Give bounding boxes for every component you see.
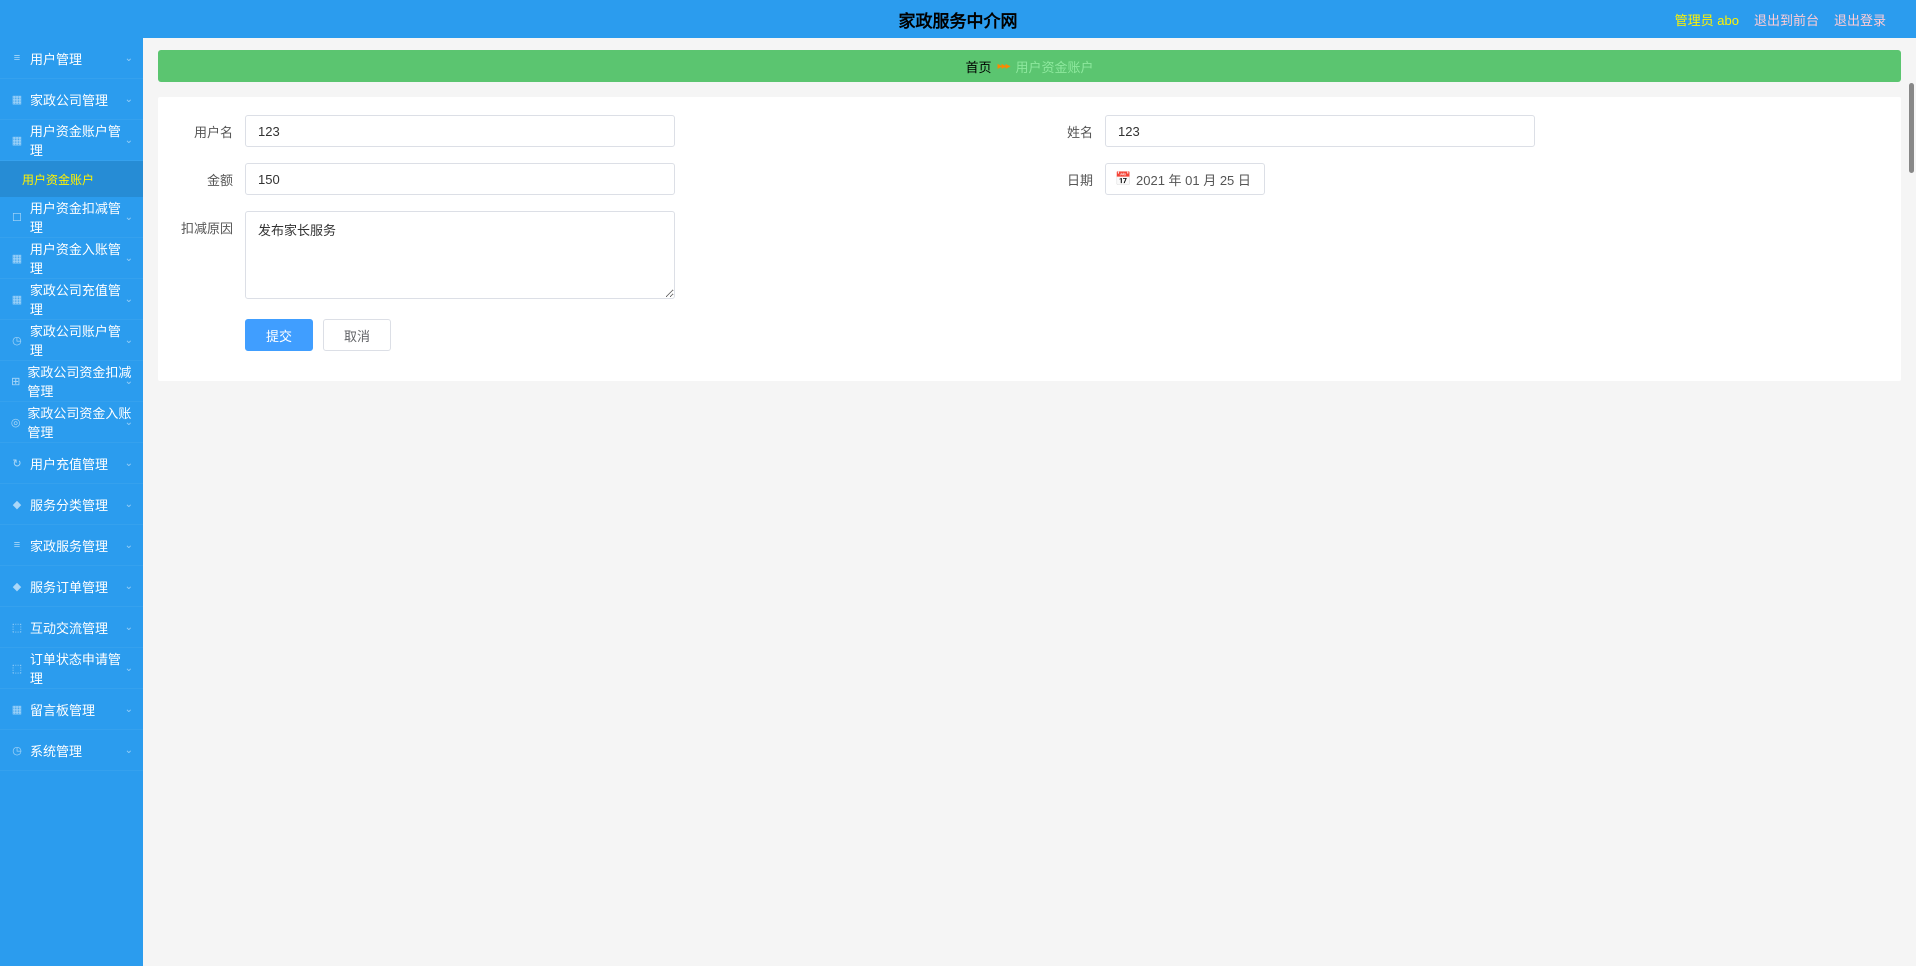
sidebar-item-label: 家政公司资金扣减管理 bbox=[27, 362, 133, 400]
sidebar-subitem[interactable]: 用户资金账户 bbox=[0, 161, 143, 197]
name-label: 姓名 bbox=[1058, 122, 1093, 141]
sidebar-item-label: 服务订单管理 bbox=[30, 577, 108, 596]
form-panel: 用户名 姓名 金额 日期 📅 bbox=[158, 97, 1901, 381]
logout-link[interactable]: 退出登录 bbox=[1834, 10, 1886, 29]
chevron-down-icon: ⌄ bbox=[125, 212, 133, 223]
menu-icon: ⬚ bbox=[10, 620, 24, 634]
exit-to-frontend-link[interactable]: 退出到前台 bbox=[1754, 10, 1819, 29]
chevron-down-icon: ⌄ bbox=[125, 704, 133, 715]
sidebar: ≡用户管理⌄▦家政公司管理⌄▦用户资金账户管理⌄用户资金账户☐用户资金扣减管理⌄… bbox=[0, 38, 143, 966]
amount-input[interactable] bbox=[245, 163, 675, 195]
chevron-down-icon: ⌄ bbox=[125, 417, 133, 428]
sidebar-item-14[interactable]: ⬚ 订单状态申请管理⌄ bbox=[0, 648, 143, 689]
name-input[interactable] bbox=[1105, 115, 1535, 147]
calendar-icon: 📅 bbox=[1115, 171, 1131, 187]
sidebar-item-16[interactable]: ◷ 系统管理 ⌄ bbox=[0, 730, 143, 771]
sidebar-item-label: 家政公司资金入账管理 bbox=[27, 403, 133, 441]
chevron-down-icon: ⌄ bbox=[125, 622, 133, 633]
sidebar-item-5[interactable]: ▦ 家政公司充值管理⌄ bbox=[0, 279, 143, 320]
username-input[interactable] bbox=[245, 115, 675, 147]
sidebar-item-6[interactable]: ◷ 家政公司账户管理⌄ bbox=[0, 320, 143, 361]
sidebar-item-4[interactable]: ▦ 用户资金入账管理⌄ bbox=[0, 238, 143, 279]
sidebar-item-11[interactable]: ≡ 家政服务管理 ⌄ bbox=[0, 525, 143, 566]
reason-label: 扣减原因 bbox=[178, 211, 233, 237]
menu-icon: ▦ bbox=[10, 702, 24, 716]
menu-icon: ▦ bbox=[10, 251, 24, 265]
submit-button[interactable]: 提交 bbox=[245, 319, 313, 351]
app-header: 家政服务中介网 管理员 abo 退出到前台 退出登录 bbox=[0, 0, 1916, 38]
menu-icon: ⬚ bbox=[10, 661, 24, 675]
chevron-down-icon: ⌄ bbox=[125, 94, 133, 105]
sidebar-item-label: 家政公司账户管理 bbox=[30, 321, 133, 359]
sidebar-item-label: 家政公司充值管理 bbox=[30, 280, 133, 318]
sidebar-item-label: 用户资金扣减管理 bbox=[30, 198, 133, 236]
menu-icon: ↻ bbox=[10, 456, 24, 470]
menu-icon: ▦ bbox=[10, 92, 24, 106]
sidebar-item-10[interactable]: ◆ 服务分类管理 ⌄ bbox=[0, 484, 143, 525]
sidebar-item-0[interactable]: ≡ 用户管理 ⌄ bbox=[0, 38, 143, 79]
menu-icon: ◆ bbox=[10, 579, 24, 593]
header-right-actions: 管理员 abo 退出到前台 退出登录 bbox=[1675, 10, 1886, 29]
sidebar-item-label: 用户资金入账管理 bbox=[30, 239, 133, 277]
chevron-down-icon: ⌄ bbox=[125, 335, 133, 346]
chevron-down-icon: ⌄ bbox=[125, 294, 133, 305]
reason-textarea[interactable] bbox=[245, 211, 675, 299]
menu-icon: ⊞ bbox=[10, 374, 21, 388]
cancel-button[interactable]: 取消 bbox=[323, 319, 391, 351]
breadcrumb: 首页 ▸▸▸ 用户资金账户 bbox=[158, 50, 1901, 82]
breadcrumb-home[interactable]: 首页 bbox=[965, 57, 991, 76]
chevron-down-icon: ⌄ bbox=[125, 663, 133, 674]
sidebar-item-label: 用户资金账户管理 bbox=[30, 121, 133, 159]
date-label: 日期 bbox=[1058, 170, 1093, 189]
sidebar-item-label: 家政服务管理 bbox=[30, 536, 108, 555]
sidebar-item-2[interactable]: ▦ 用户资金账户管理⌄ bbox=[0, 120, 143, 161]
chevron-down-icon: ⌄ bbox=[125, 499, 133, 510]
sidebar-item-13[interactable]: ⬚ 互动交流管理 ⌄ bbox=[0, 607, 143, 648]
sidebar-item-label: 服务分类管理 bbox=[30, 495, 108, 514]
breadcrumb-current: 用户资金账户 bbox=[1016, 57, 1094, 76]
admin-label: 管理员 abo bbox=[1675, 10, 1739, 29]
menu-icon: ▦ bbox=[10, 292, 24, 306]
chevron-down-icon: ⌄ bbox=[125, 135, 133, 146]
menu-icon: ◎ bbox=[10, 415, 21, 429]
sidebar-item-9[interactable]: ↻ 用户充值管理 ⌄ bbox=[0, 443, 143, 484]
chevron-down-icon: ⌄ bbox=[125, 376, 133, 387]
menu-icon: ◷ bbox=[10, 333, 24, 347]
chevron-down-icon: ⌄ bbox=[125, 581, 133, 592]
sidebar-item-label: 留言板管理 bbox=[30, 700, 95, 719]
amount-label: 金额 bbox=[178, 163, 233, 189]
menu-icon: ≡ bbox=[10, 51, 24, 65]
menu-icon: ◆ bbox=[10, 497, 24, 511]
sidebar-item-label: 用户充值管理 bbox=[30, 454, 108, 473]
sidebar-item-12[interactable]: ◆ 服务订单管理 ⌄ bbox=[0, 566, 143, 607]
menu-icon: ≡ bbox=[10, 538, 24, 552]
app-title: 家政服务中介网 bbox=[899, 7, 1018, 32]
sidebar-item-label: 用户管理 bbox=[30, 49, 82, 68]
main-content: 首页 ▸▸▸ 用户资金账户 用户名 姓名 金额 bbox=[143, 38, 1916, 966]
chevron-down-icon: ⌄ bbox=[125, 745, 133, 756]
sidebar-item-15[interactable]: ▦ 留言板管理 ⌄ bbox=[0, 689, 143, 730]
scrollbar-thumb[interactable] bbox=[1909, 83, 1914, 173]
sidebar-item-1[interactable]: ▦ 家政公司管理 ⌄ bbox=[0, 79, 143, 120]
sidebar-item-label: 订单状态申请管理 bbox=[30, 649, 133, 687]
sidebar-item-8[interactable]: ◎ 家政公司资金入账管理⌄ bbox=[0, 402, 143, 443]
sidebar-item-7[interactable]: ⊞ 家政公司资金扣减管理⌄ bbox=[0, 361, 143, 402]
sidebar-item-3[interactable]: ☐ 用户资金扣减管理⌄ bbox=[0, 197, 143, 238]
menu-icon: ◷ bbox=[10, 743, 24, 757]
chevron-down-icon: ⌄ bbox=[125, 53, 133, 64]
sidebar-item-label: 互动交流管理 bbox=[30, 618, 108, 637]
sidebar-item-label: 家政公司管理 bbox=[30, 90, 108, 109]
menu-icon: ☐ bbox=[10, 210, 24, 224]
chevron-down-icon: ⌄ bbox=[125, 540, 133, 551]
chevron-down-icon: ⌄ bbox=[125, 458, 133, 469]
menu-icon: ▦ bbox=[10, 133, 24, 147]
chevron-down-icon: ⌄ bbox=[125, 253, 133, 264]
username-label: 用户名 bbox=[178, 115, 233, 141]
breadcrumb-separator-icon: ▸▸▸ bbox=[997, 61, 1009, 72]
sidebar-item-label: 系统管理 bbox=[30, 741, 82, 760]
